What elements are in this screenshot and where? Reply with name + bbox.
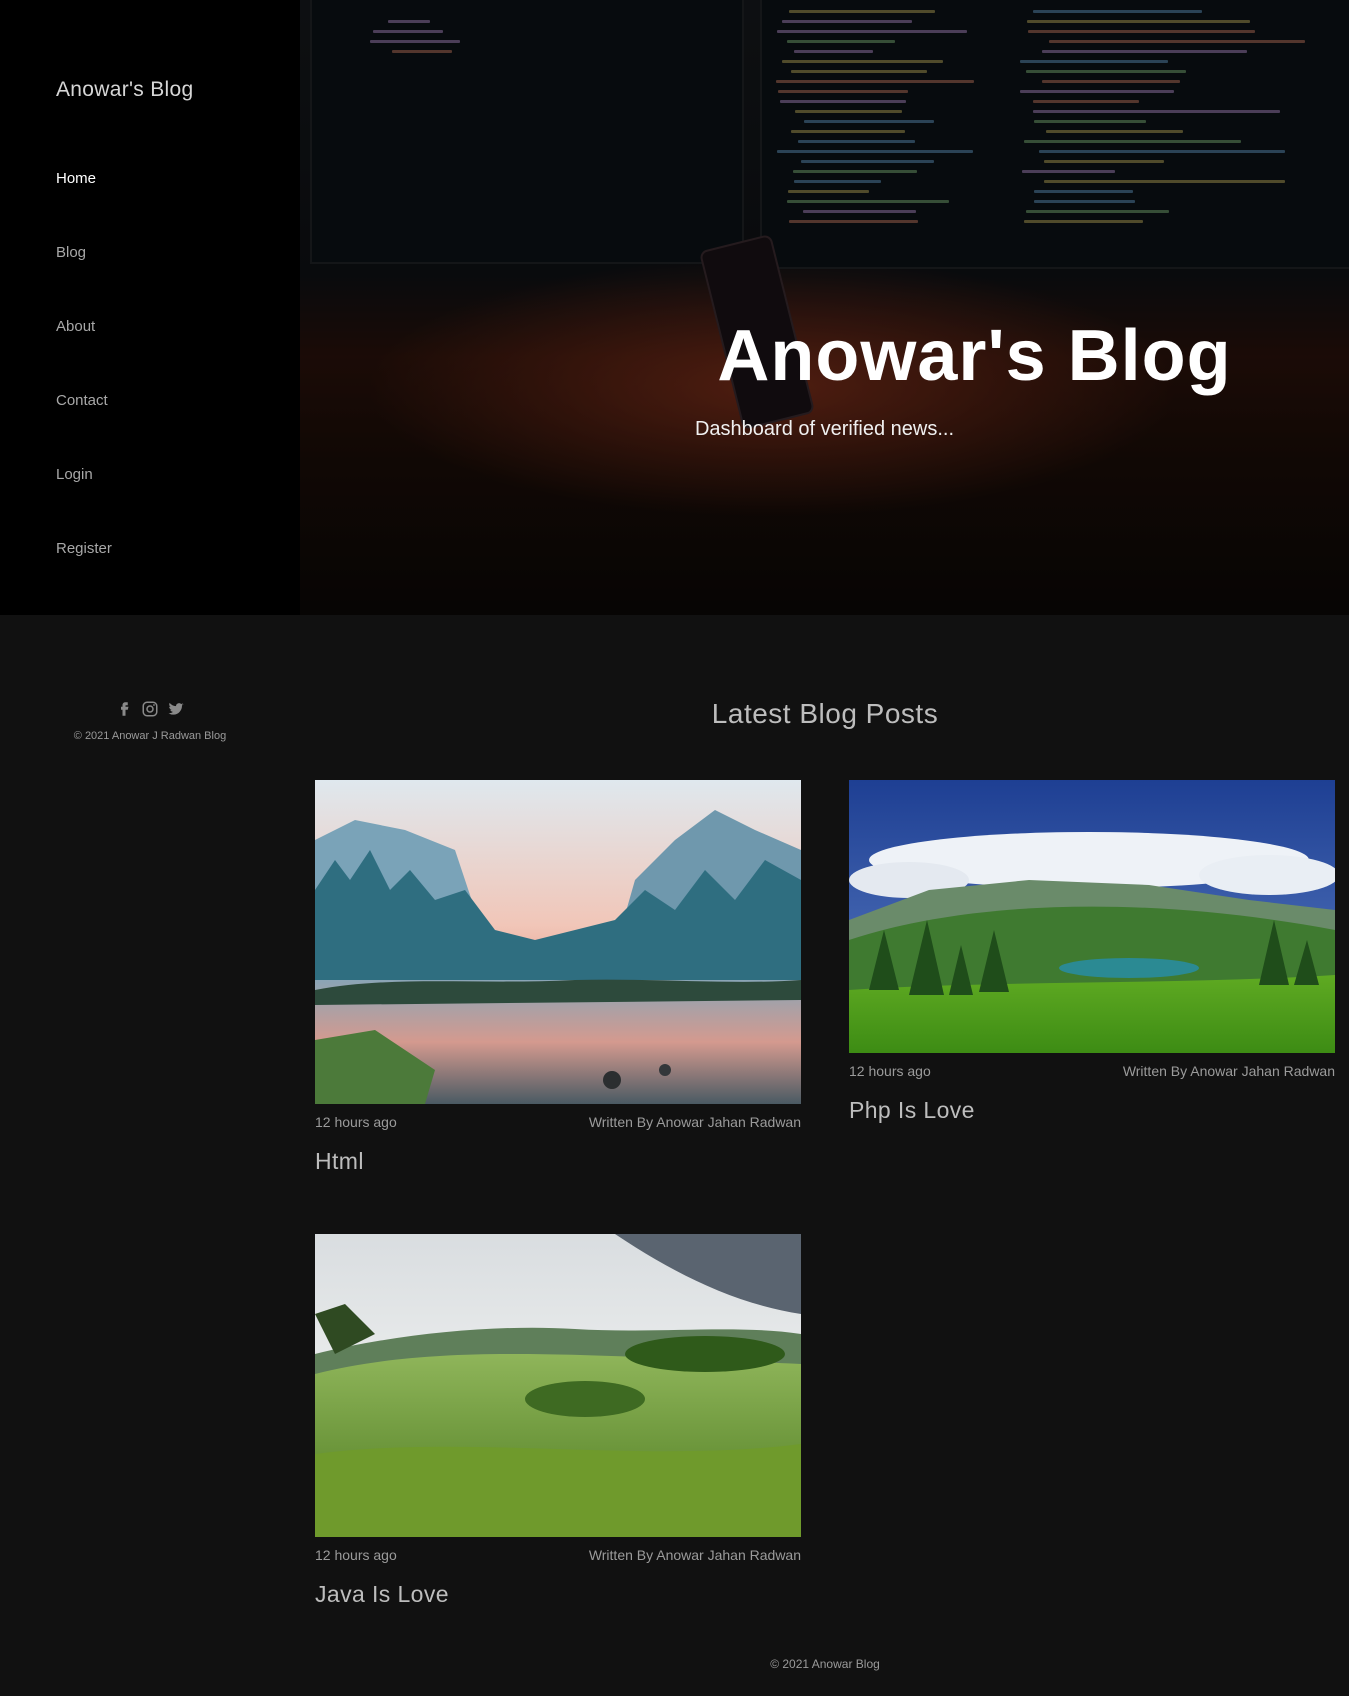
post-meta: 12 hours ago Written By Anowar Jahan Rad…	[849, 1063, 1335, 1079]
sidebar-copyright: © 2021 Anowar J Radwan Blog	[73, 730, 227, 742]
post-card[interactable]: 12 hours ago Written By Anowar Jahan Rad…	[315, 780, 801, 1175]
post-title[interactable]: Java Is Love	[315, 1581, 801, 1608]
nav-item-home: Home	[56, 170, 112, 244]
post-card[interactable]: 12 hours ago Written By Anowar Jahan Rad…	[849, 780, 1335, 1124]
post-meta: 12 hours ago Written By Anowar Jahan Rad…	[315, 1547, 801, 1563]
hero-subtitle: Dashboard of verified news...	[694, 418, 955, 440]
sidebar: Anowar's Blog Home Blog About Contact Lo…	[0, 0, 300, 615]
post-card[interactable]: 12 hours ago Written By Anowar Jahan Rad…	[315, 1234, 801, 1608]
hero-title: Anowar's Blog	[717, 316, 1232, 396]
post-image-rolling-hills[interactable]	[315, 1234, 801, 1537]
sidebar-footer: © 2021 Anowar J Radwan Blog	[60, 700, 240, 742]
instagram-icon[interactable]	[141, 700, 159, 718]
nav-link-login[interactable]: Login	[56, 466, 93, 483]
post-author: Written By Anowar Jahan Radwan	[588, 1114, 801, 1130]
brand-link[interactable]: Anowar's Blog	[56, 78, 193, 102]
page-footer-copyright: © 2021 Anowar Blog	[770, 1657, 880, 1671]
nav-item-login: Login	[56, 466, 112, 540]
post-time: 12 hours ago	[849, 1063, 931, 1079]
nav-item-blog: Blog	[56, 244, 112, 318]
sidebar-nav: Home Blog About Contact Login Register	[56, 170, 112, 614]
nav-link-register[interactable]: Register	[56, 540, 112, 557]
post-title[interactable]: Html	[315, 1148, 801, 1175]
nav-link-contact[interactable]: Contact	[56, 392, 108, 409]
post-image-mountain-lake[interactable]	[315, 780, 801, 1104]
nav-item-contact: Contact	[56, 392, 112, 466]
social-links	[60, 700, 240, 718]
post-title[interactable]: Php Is Love	[849, 1097, 1335, 1124]
nav-link-about[interactable]: About	[56, 318, 95, 335]
post-author: Written By Anowar Jahan Radwan	[1122, 1063, 1335, 1079]
section-title: Latest Blog Posts	[711, 698, 939, 729]
twitter-icon[interactable]	[167, 700, 185, 718]
nav-item-register: Register	[56, 540, 112, 614]
nav-item-about: About	[56, 318, 112, 392]
post-time: 12 hours ago	[315, 1547, 397, 1563]
nav-link-blog[interactable]: Blog	[56, 244, 86, 261]
post-meta: 12 hours ago Written By Anowar Jahan Rad…	[315, 1114, 801, 1130]
hero-overlay	[300, 0, 1349, 615]
post-author: Written By Anowar Jahan Radwan	[588, 1547, 801, 1563]
nav-link-home[interactable]: Home	[56, 170, 96, 187]
post-image-green-valley[interactable]	[849, 780, 1335, 1053]
hero-banner: Anowar's Blog Dashboard of verified news…	[300, 0, 1349, 615]
post-time: 12 hours ago	[315, 1114, 397, 1130]
facebook-icon[interactable]	[115, 700, 133, 718]
